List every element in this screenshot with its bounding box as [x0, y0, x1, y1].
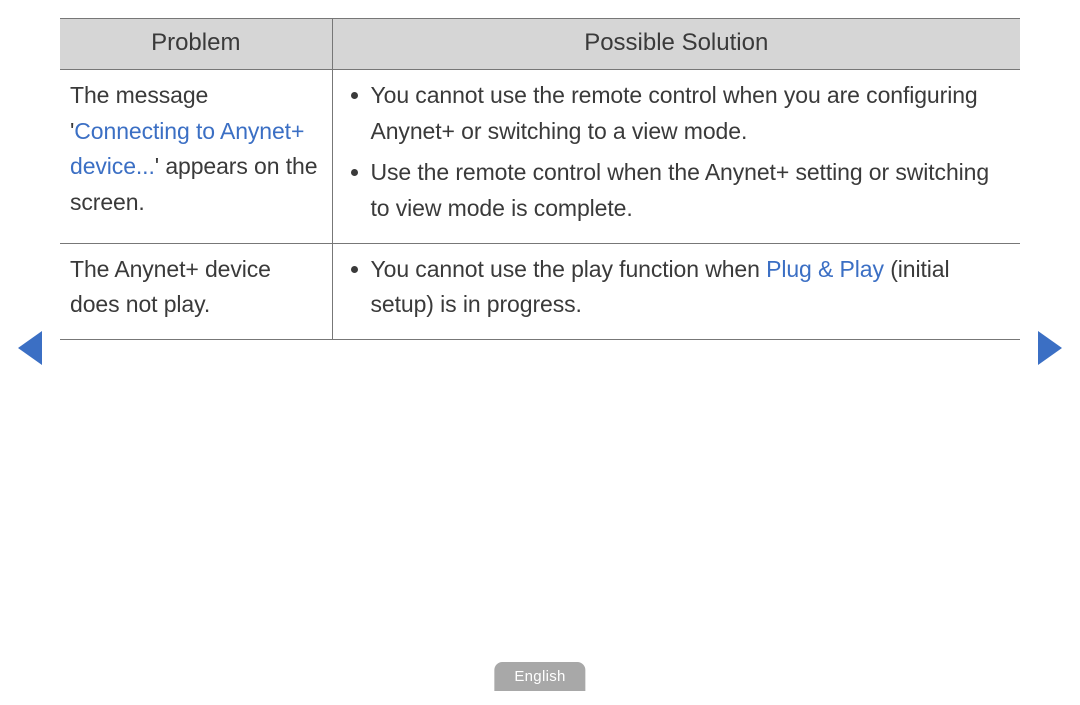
header-solution: Possible Solution	[332, 19, 1020, 70]
table-row: The Anynet+ device does not play. You ca…	[60, 243, 1020, 339]
solution-item: You cannot use the play function when Pl…	[343, 252, 1011, 323]
table-row: The message 'Connecting to Anynet+ devic…	[60, 70, 1020, 244]
solution-pre: You cannot use the play function when	[371, 256, 767, 282]
prev-page-arrow-icon[interactable]	[18, 331, 42, 365]
troubleshoot-table: Problem Possible Solution The message 'C…	[60, 18, 1020, 340]
problem-text: The Anynet+ device does not play.	[70, 256, 271, 318]
solution-bold: Plug & Play	[766, 256, 884, 282]
next-page-arrow-icon[interactable]	[1038, 331, 1062, 365]
problem-cell: The Anynet+ device does not play.	[60, 243, 332, 339]
solution-cell: You cannot use the play function when Pl…	[332, 243, 1020, 339]
header-problem: Problem	[60, 19, 332, 70]
solution-item: You cannot use the remote control when y…	[343, 78, 1011, 149]
solution-cell: You cannot use the remote control when y…	[332, 70, 1020, 244]
language-pill[interactable]: English	[494, 662, 585, 691]
solution-item: Use the remote control when the Anynet+ …	[343, 155, 1011, 226]
problem-cell: The message 'Connecting to Anynet+ devic…	[60, 70, 332, 244]
